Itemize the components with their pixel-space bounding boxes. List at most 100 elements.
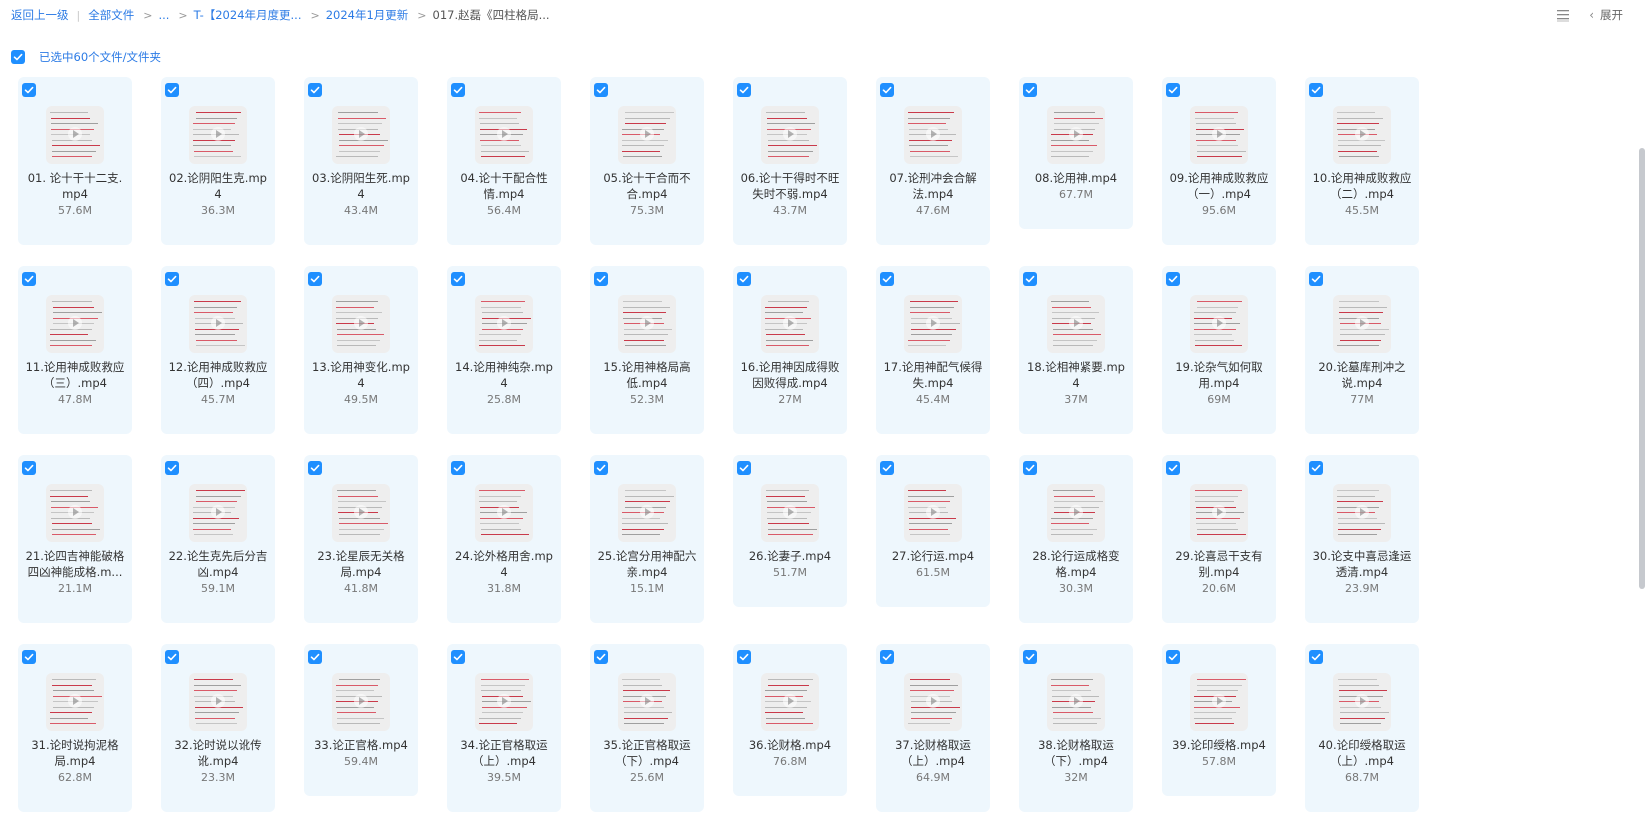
file-card[interactable]: 01. 论十干十二支.mp4 57.6M bbox=[18, 77, 132, 245]
select-all-checkbox[interactable] bbox=[11, 50, 25, 64]
play-icon bbox=[1069, 694, 1083, 708]
file-checkbox[interactable] bbox=[737, 272, 751, 286]
file-card[interactable]: 07.论刑冲会合解法.mp4 47.6M bbox=[876, 77, 990, 245]
file-card[interactable]: 17.论用神配气候得失.mp4 45.4M bbox=[876, 266, 990, 434]
file-card[interactable]: 36.论财格.mp4 76.8M bbox=[733, 644, 847, 796]
thumbnail-text-line bbox=[908, 345, 946, 346]
file-card[interactable]: 02.论阴阳生克.mp4 36.3M bbox=[161, 77, 275, 245]
file-card[interactable]: 04.论十干配合性情.mp4 56.4M bbox=[447, 77, 561, 245]
breadcrumb-level2[interactable]: 2024年1月更新 bbox=[326, 7, 409, 23]
file-card[interactable]: 10.论用神成败救应（二）.mp4 45.5M bbox=[1305, 77, 1419, 245]
file-card[interactable]: 30.论支中喜忌逢运透清.mp4 23.9M bbox=[1305, 455, 1419, 623]
chevron-left-icon[interactable]: ‹ bbox=[1589, 8, 1594, 22]
file-checkbox[interactable] bbox=[308, 83, 322, 97]
file-checkbox[interactable] bbox=[594, 272, 608, 286]
file-checkbox[interactable] bbox=[165, 272, 179, 286]
file-card[interactable]: 25.论宫分用神配六亲.mp4 15.1M bbox=[590, 455, 704, 623]
file-checkbox[interactable] bbox=[1023, 83, 1037, 97]
file-checkbox[interactable] bbox=[1166, 272, 1180, 286]
file-checkbox[interactable] bbox=[1309, 650, 1323, 664]
file-card[interactable]: 11.论用神成败救应（三）.mp4 47.8M bbox=[18, 266, 132, 434]
file-checkbox[interactable] bbox=[737, 83, 751, 97]
file-card[interactable]: 14.论用神纯杂.mp4 25.8M bbox=[447, 266, 561, 434]
file-checkbox[interactable] bbox=[880, 461, 894, 475]
file-checkbox[interactable] bbox=[594, 461, 608, 475]
list-view-icon[interactable] bbox=[1555, 7, 1571, 23]
breadcrumb-all-files[interactable]: 全部文件 bbox=[88, 7, 134, 23]
file-checkbox[interactable] bbox=[22, 83, 36, 97]
scrollbar[interactable] bbox=[1638, 73, 1646, 822]
file-card[interactable]: 21.论四吉神能破格四凶神能成格.m... 21.1M bbox=[18, 455, 132, 623]
file-checkbox[interactable] bbox=[737, 650, 751, 664]
file-checkbox[interactable] bbox=[880, 650, 894, 664]
file-card[interactable]: 16.论用神因成得败因败得成.mp4 27M bbox=[733, 266, 847, 434]
thumbnail-text-line bbox=[908, 123, 946, 124]
file-checkbox[interactable] bbox=[1166, 650, 1180, 664]
file-checkbox[interactable] bbox=[1023, 461, 1037, 475]
file-checkbox[interactable] bbox=[880, 83, 894, 97]
file-checkbox[interactable] bbox=[1309, 83, 1323, 97]
breadcrumb-level1[interactable]: T-【2024年月度更... bbox=[194, 7, 302, 23]
file-card[interactable]: 08.论用神.mp4 67.7M bbox=[1019, 77, 1133, 229]
file-card[interactable]: 33.论正官格.mp4 59.4M bbox=[304, 644, 418, 796]
file-card[interactable]: 22.论生克先后分吉凶.mp4 59.1M bbox=[161, 455, 275, 623]
file-card[interactable]: 35.论正官格取运（下）.mp4 25.6M bbox=[590, 644, 704, 812]
file-card[interactable]: 31.论时说拘泥格局.mp4 62.8M bbox=[18, 644, 132, 812]
file-checkbox[interactable] bbox=[22, 650, 36, 664]
file-card[interactable]: 28.论行运成格变格.mp4 30.3M bbox=[1019, 455, 1133, 623]
file-card[interactable]: 19.论杂气如何取用.mp4 69M bbox=[1162, 266, 1276, 434]
file-checkbox[interactable] bbox=[1309, 461, 1323, 475]
file-checkbox[interactable] bbox=[451, 272, 465, 286]
file-checkbox[interactable] bbox=[1166, 461, 1180, 475]
file-name: 20.论墓库刑冲之说.mp4 bbox=[1318, 360, 1406, 390]
play-icon bbox=[640, 316, 654, 330]
file-checkbox[interactable] bbox=[1166, 83, 1180, 97]
thumbnail-text-line bbox=[1053, 345, 1093, 346]
file-card[interactable]: 13.论用神变化.mp4 49.5M bbox=[304, 266, 418, 434]
file-checkbox[interactable] bbox=[1309, 272, 1323, 286]
file-checkbox[interactable] bbox=[451, 461, 465, 475]
check-icon bbox=[1168, 653, 1178, 661]
file-checkbox[interactable] bbox=[1023, 272, 1037, 286]
file-card[interactable]: 18.论相神紧要.mp4 37M bbox=[1019, 266, 1133, 434]
file-card[interactable]: 09.论用神成败救应（一）.mp4 95.6M bbox=[1162, 77, 1276, 245]
file-checkbox[interactable] bbox=[737, 461, 751, 475]
file-card[interactable]: 06.论十干得时不旺失时不弱.mp4 43.7M bbox=[733, 77, 847, 245]
file-checkbox[interactable] bbox=[165, 461, 179, 475]
file-card[interactable]: 15.论用神格局高低.mp4 52.3M bbox=[590, 266, 704, 434]
file-card[interactable]: 38.论财格取运（下）.mp4 32M bbox=[1019, 644, 1133, 812]
file-card[interactable]: 20.论墓库刑冲之说.mp4 77M bbox=[1305, 266, 1419, 434]
breadcrumb-ellipsis[interactable]: ... bbox=[158, 8, 169, 22]
back-link[interactable]: 返回上一级 bbox=[11, 7, 69, 23]
file-checkbox[interactable] bbox=[165, 650, 179, 664]
file-checkbox[interactable] bbox=[451, 83, 465, 97]
file-checkbox[interactable] bbox=[594, 83, 608, 97]
file-card[interactable]: 24.论外格用舍.mp4 31.8M bbox=[447, 455, 561, 623]
file-card[interactable]: 34.论正官格取运（上）.mp4 39.5M bbox=[447, 644, 561, 812]
file-checkbox[interactable] bbox=[1023, 650, 1037, 664]
file-checkbox[interactable] bbox=[22, 461, 36, 475]
file-checkbox[interactable] bbox=[308, 272, 322, 286]
file-card[interactable]: 12.论用神成败救应（四）.mp4 45.7M bbox=[161, 266, 275, 434]
file-checkbox[interactable] bbox=[165, 83, 179, 97]
file-checkbox[interactable] bbox=[451, 650, 465, 664]
scrollbar-thumb[interactable] bbox=[1639, 148, 1645, 589]
thumbnail-text-line bbox=[911, 717, 952, 719]
file-card[interactable]: 27.论行运.mp4 61.5M bbox=[876, 455, 990, 607]
file-card[interactable]: 23.论星辰无关格局.mp4 41.8M bbox=[304, 455, 418, 623]
file-checkbox[interactable] bbox=[308, 461, 322, 475]
file-card[interactable]: 29.论喜忌干支有别.mp4 20.6M bbox=[1162, 455, 1276, 623]
file-card[interactable]: 03.论阴阳生死.mp4 43.4M bbox=[304, 77, 418, 245]
file-checkbox[interactable] bbox=[22, 272, 36, 286]
file-card[interactable]: 26.论妻子.mp4 51.7M bbox=[733, 455, 847, 607]
expand-button[interactable]: 展开 bbox=[1600, 7, 1623, 23]
file-checkbox[interactable] bbox=[308, 650, 322, 664]
file-checkbox[interactable] bbox=[880, 272, 894, 286]
file-card[interactable]: 39.论印绶格.mp4 57.8M bbox=[1162, 644, 1276, 796]
file-card[interactable]: 05.论十干合而不合.mp4 75.3M bbox=[590, 77, 704, 245]
file-card[interactable]: 40.论印绶格取运（上）.mp4 68.7M bbox=[1305, 644, 1419, 812]
file-checkbox[interactable] bbox=[594, 650, 608, 664]
file-card[interactable]: 37.论财格取运（上）.mp4 64.9M bbox=[876, 644, 990, 812]
thumbnail-text-line bbox=[766, 334, 805, 335]
file-card[interactable]: 32.论时说以讹传讹.mp4 23.3M bbox=[161, 644, 275, 812]
